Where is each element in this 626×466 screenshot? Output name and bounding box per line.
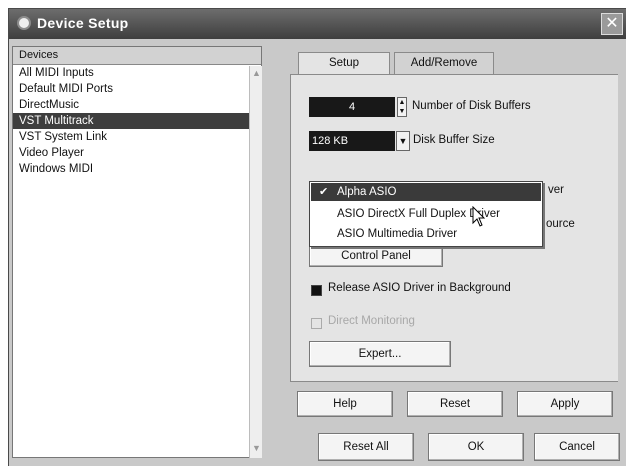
control-panel-button[interactable]: Control Panel [309, 245, 443, 267]
device-item-all-midi-inputs[interactable]: All MIDI Inputs [13, 65, 261, 81]
reset-all-button[interactable]: Reset All [318, 433, 414, 461]
driver-option-directx-full-duplex[interactable]: ASIO DirectX Full Duplex Driver [311, 205, 541, 223]
chevron-down-icon: ▼ [398, 136, 408, 146]
driver-option-label: Alpha ASIO [337, 186, 397, 198]
asio-driver-dropdown[interactable]: ✔ Alpha ASIO ASIO DirectX Full Duplex Dr… [309, 181, 543, 247]
devices-list: All MIDI Inputs Default MIDI Ports Direc… [13, 65, 261, 177]
direct-monitoring-label: Direct Monitoring [328, 315, 415, 327]
scroll-down-icon[interactable]: ▼ [251, 443, 262, 454]
buffer-size-dropdown-button[interactable]: ▼ [396, 131, 410, 151]
disk-buffers-label: Number of Disk Buffers [412, 100, 531, 112]
ok-button[interactable]: OK [428, 433, 524, 461]
reset-button[interactable]: Reset [407, 391, 503, 417]
buffer-size-field[interactable]: 128 KB [309, 131, 395, 151]
device-item-vst-system-link[interactable]: VST System Link [13, 129, 261, 145]
cancel-button[interactable]: Cancel [534, 433, 620, 461]
close-button[interactable]: ✕ [601, 13, 623, 35]
disk-buffers-field[interactable]: 4 [309, 97, 395, 117]
help-button[interactable]: Help [297, 391, 393, 417]
mouse-cursor-icon [472, 206, 486, 227]
direct-monitoring-checkbox[interactable] [311, 318, 322, 329]
disk-buffers-stepper[interactable]: ▲ ▼ [397, 97, 407, 117]
driver-option-alpha-asio[interactable]: ✔ Alpha ASIO [311, 183, 541, 201]
release-asio-label: Release ASIO Driver in Background [328, 282, 511, 294]
device-item-vst-multitrack[interactable]: VST Multitrack [13, 113, 261, 129]
device-item-directmusic[interactable]: DirectMusic [13, 97, 261, 113]
close-icon: ✕ [605, 15, 619, 32]
title-bar[interactable]: Device Setup ✕ [9, 9, 626, 39]
app-icon [17, 16, 31, 30]
devices-panel: Devices All MIDI Inputs Default MIDI Por… [12, 46, 262, 458]
release-asio-checkbox[interactable] [311, 285, 322, 296]
devices-header: Devices [13, 47, 261, 65]
device-item-windows-midi[interactable]: Windows MIDI [13, 161, 261, 177]
device-item-default-midi-ports[interactable]: Default MIDI Ports [13, 81, 261, 97]
window-title: Device Setup [37, 15, 129, 31]
apply-button[interactable]: Apply [517, 391, 613, 417]
buffer-size-label: Disk Buffer Size [413, 134, 495, 146]
check-icon: ✔ [319, 186, 329, 198]
devices-scrollbar[interactable]: ▲ ▼ [249, 66, 262, 458]
expert-button[interactable]: Expert... [309, 341, 451, 367]
tab-add-remove[interactable]: Add/Remove [394, 52, 494, 74]
chevron-up-icon[interactable]: ▲ [398, 98, 406, 107]
chevron-down-icon[interactable]: ▼ [398, 107, 406, 116]
scroll-up-icon[interactable]: ▲ [251, 68, 262, 79]
tab-setup[interactable]: Setup [298, 52, 390, 74]
clock-source-label: ource [546, 218, 575, 230]
asio-driver-label: ver [548, 184, 564, 196]
driver-option-multimedia[interactable]: ASIO Multimedia Driver [311, 225, 541, 243]
device-item-video-player[interactable]: Video Player [13, 145, 261, 161]
